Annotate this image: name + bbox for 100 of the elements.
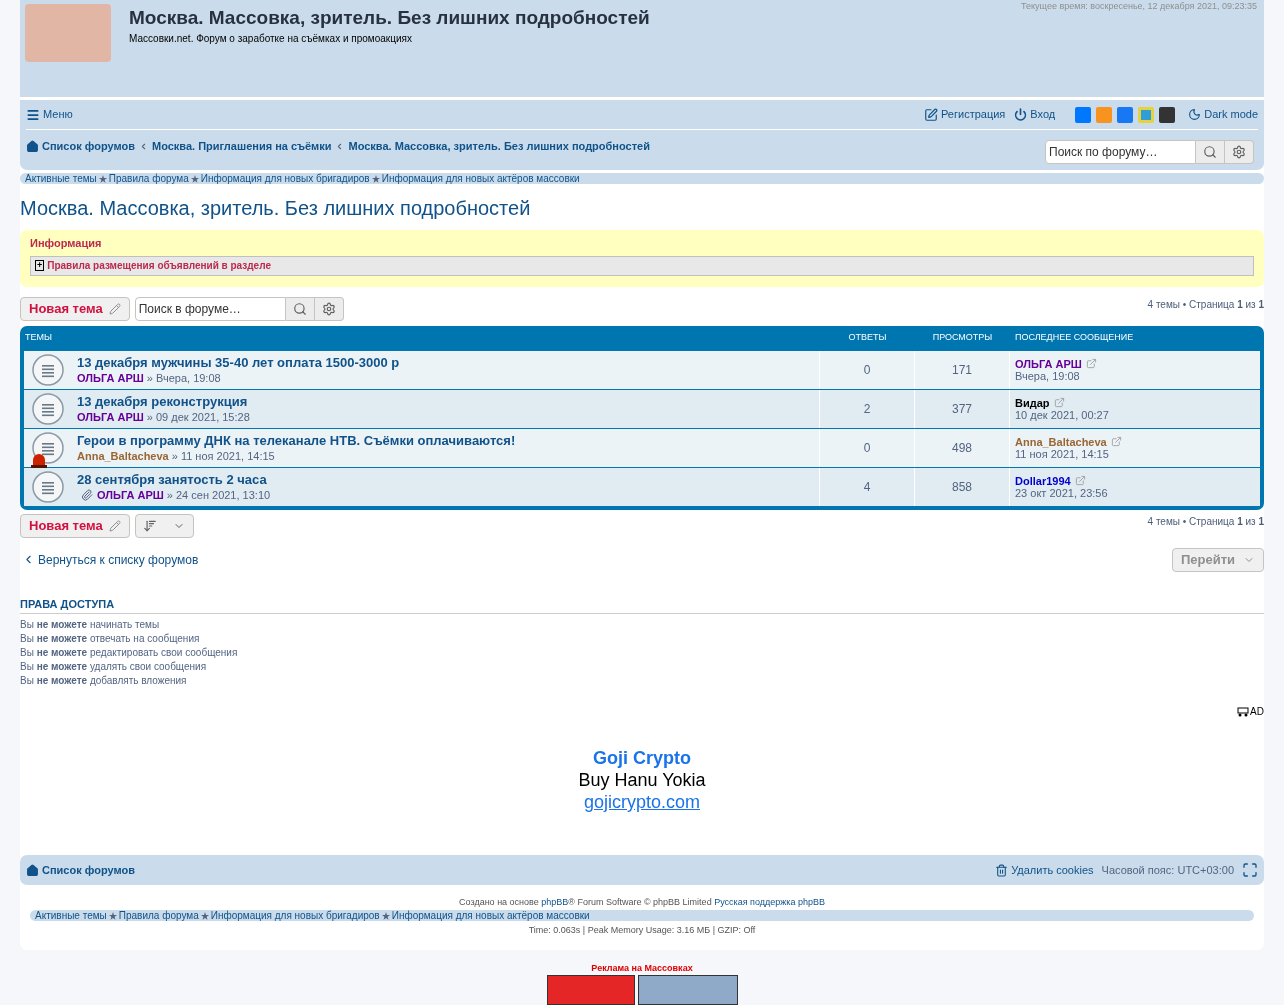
login-link[interactable]: Вход (1014, 106, 1056, 123)
quicklink[interactable]: Информация для новых бригадиров (210, 910, 380, 921)
quicklink[interactable]: Информация для новых актёров массовки (381, 173, 580, 184)
current-time: Текущее время: воскресенье, 12 декабря 2021, 09:23:35 (1021, 0, 1257, 13)
power-icon (1014, 108, 1028, 121)
ad-title[interactable]: Goji Crypto (593, 747, 691, 769)
breadcrumb-link[interactable]: Москва. Массовка, зритель. Без лишних подробностей (348, 138, 650, 155)
last-author-link[interactable]: Видар (1015, 396, 1050, 409)
topic-icon (32, 470, 64, 503)
home-icon (26, 139, 39, 153)
search-button[interactable] (285, 296, 315, 321)
home-icon (26, 863, 39, 877)
forum-title: Москва. Массовка, зритель. Без лишних подробностей (20, 196, 532, 220)
topic-title-link[interactable]: 28 сентября занятость 2 часа (77, 471, 271, 488)
sort-button[interactable] (134, 513, 194, 538)
ad-url-link[interactable]: gojicrypto.com (583, 791, 700, 813)
quicklink[interactable]: Правила форума (108, 173, 189, 184)
views-cell: 498 (915, 428, 1010, 467)
external-link-icon[interactable] (1110, 436, 1122, 447)
search-icon (1203, 145, 1217, 159)
banner-placeholder[interactable] (637, 975, 738, 1005)
new-topic-button[interactable]: Новая тема (20, 513, 130, 538)
forum-index-link[interactable]: Список форумов (26, 861, 135, 879)
topic-title-link[interactable]: 13 декабря реконструкция (77, 393, 250, 410)
quicklink[interactable]: Активные темы (25, 173, 97, 184)
author-link[interactable]: ОЛЬГА АРШ (77, 409, 144, 424)
author-link[interactable]: ОЛЬГА АРШ (97, 487, 164, 502)
info-title: Информация (30, 236, 103, 251)
topic-title-link[interactable]: 13 декабря мужчины 35-40 лет оплата 1500-3000 р (77, 354, 400, 371)
breadcrumb-link[interactable]: Москва. Приглашения на съёмки (151, 138, 332, 155)
replies-cell: 4 (820, 467, 915, 506)
credits-text: Создано на основе phpBB® Forum Software © phpBB Limited Русская поддержка phpBB (458, 896, 826, 908)
dark-mode-link[interactable]: Dark mode (1188, 106, 1258, 123)
search-button[interactable] (1196, 140, 1225, 164)
rules-link[interactable]: Правила размещения объявлений в разделе (47, 258, 271, 273)
pagination-info: 4 темы • Страница 1 из 1 (1147, 514, 1264, 529)
quicklink[interactable]: Активные темы (35, 910, 107, 921)
pagination-info: 4 темы • Страница 1 из 1 (1147, 297, 1264, 312)
post-date: » 09 дек 2021, 15:28 (146, 409, 250, 424)
last-author-link[interactable]: Anna_Baltacheva (1015, 435, 1107, 448)
support-link[interactable]: Русская поддержка phpBB (714, 897, 825, 907)
replies-cell: 2 (820, 389, 915, 428)
pencil-icon (108, 302, 121, 315)
external-link-icon[interactable] (1074, 475, 1086, 486)
column-header: ПОСЛЕДНЕЕ СООБЩЕНИЕ (1014, 330, 1135, 344)
external-link-icon[interactable] (1053, 397, 1065, 408)
column-header: ОТВЕТЫ (847, 330, 888, 344)
ad-text: Buy Hanu Yokia (578, 769, 706, 791)
permission-line: Вы не можете удалять свои сообщения (20, 660, 208, 674)
settings-icon (1232, 145, 1246, 159)
post-date: » 11 ноя 2021, 14:15 (171, 448, 275, 463)
advanced-search-button[interactable] (1225, 140, 1254, 164)
topic-title-link[interactable]: Герои в программу ДНК на телеканале НТВ. Съёмки оплачиваются! (77, 432, 516, 449)
permissions-heading: ПРАВА ДОСТУПА (20, 595, 1264, 614)
pencil-icon (108, 519, 121, 532)
last-post-date: Вчера, 19:08 (1015, 369, 1081, 382)
pen-square-icon (924, 107, 938, 122)
post-date: » 24 сен 2021, 13:10 (166, 487, 271, 502)
phpbb-link[interactable]: phpBB (541, 897, 569, 907)
external-link-icon[interactable] (1085, 358, 1097, 369)
last-author-link[interactable]: Dollar1994 (1015, 474, 1071, 487)
topic-search-field[interactable]: Поиск в форуме… (134, 296, 286, 321)
ad-choices-icon (1237, 706, 1250, 717)
fullscreen-icon (1242, 862, 1258, 878)
delete-cookies-link[interactable]: Удалить cookies (995, 861, 1094, 879)
back-link[interactable]: Вернуться к списку форумов (22, 550, 199, 569)
quicklink[interactable]: Информация для новых бригадиров (200, 173, 370, 184)
stats-text: Time: 0.063s | Peak Memory Usage: 3.16 МБ | GZIP: Off (527, 924, 757, 937)
views-cell: 858 (915, 467, 1010, 506)
site-title: Москва. Массовка, зритель. Без лишних подробностей (129, 7, 650, 29)
views-cell: 377 (915, 389, 1010, 428)
rules-spoiler[interactable]: + Правила размещения объявлений в разделе (30, 255, 1254, 276)
menu-icon (26, 107, 40, 122)
advanced-search-button[interactable] (314, 296, 344, 321)
expand-toggle[interactable]: + (35, 260, 45, 271)
author-link[interactable]: ОЛЬГА АРШ (77, 370, 144, 385)
author-link[interactable]: Anna_Baltacheva (77, 448, 169, 463)
ad-label: AD (1250, 705, 1264, 719)
register-link[interactable]: Регистрация (924, 106, 1006, 123)
moon-icon (1188, 108, 1202, 121)
quicklink[interactable]: Информация для новых актёров массовки (391, 910, 590, 921)
new-topic-button[interactable]: Новая тема (20, 296, 130, 321)
permission-line: Вы не можете начинать темы (20, 618, 161, 632)
star-icon (98, 174, 107, 183)
breadcrumb-link[interactable]: Список форумов (42, 138, 135, 155)
star-icon (200, 911, 209, 920)
banner-placeholder[interactable] (546, 975, 635, 1005)
last-post-date: 11 ноя 2021, 14:15 (1015, 447, 1110, 460)
last-author-link[interactable]: ОЛЬГА АРШ (1015, 357, 1082, 370)
permission-line: Вы не можете отвечать на сообщения (20, 632, 201, 646)
settings-icon (321, 301, 336, 316)
quicklink[interactable]: Правила форума (118, 910, 199, 921)
sort-icon (143, 518, 158, 533)
menu-link[interactable]: Меню (26, 106, 73, 123)
forum-search-field[interactable]: Поиск по форуму… (1045, 140, 1196, 164)
star-icon (108, 911, 117, 920)
star-icon (190, 174, 199, 183)
trash-icon (995, 863, 1009, 877)
search-icon (292, 301, 307, 316)
timezone-label: Часовой пояс: UTC+03:00 (1101, 862, 1234, 878)
